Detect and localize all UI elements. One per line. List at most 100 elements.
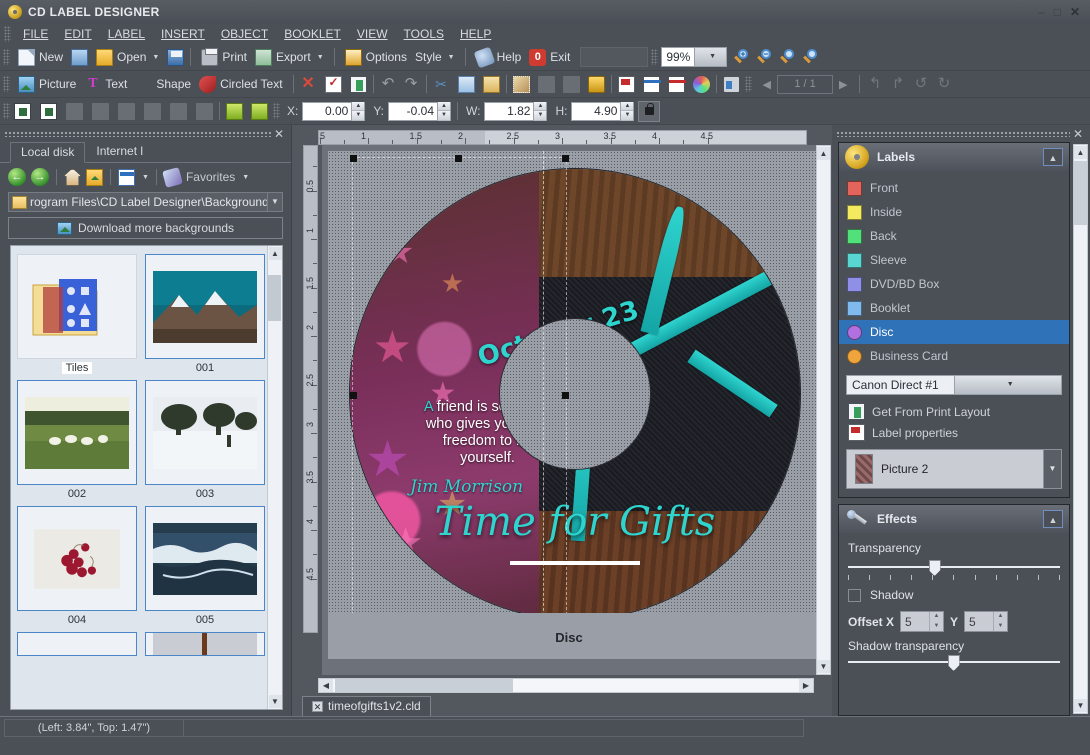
favorites-icon[interactable]	[162, 167, 183, 188]
get-from-print-layout-link[interactable]: Get From Print Layout	[839, 401, 1069, 422]
tab-internet[interactable]: Internet l	[85, 141, 154, 162]
select-all-icon[interactable]	[325, 76, 342, 93]
thumbnail-item[interactable]: 003	[145, 380, 265, 500]
favorites-dropdown-icon[interactable]: ▼	[242, 174, 249, 181]
lock-aspect-button[interactable]	[638, 101, 660, 122]
circled-text-button[interactable]: Circled Text	[195, 74, 286, 95]
new-wizard-icon[interactable]	[71, 49, 88, 66]
scroll-left-icon[interactable]: ◀	[319, 679, 333, 692]
label-item-sleeve[interactable]: Sleeve	[839, 248, 1069, 272]
scroll-up-icon[interactable]: ▲	[817, 147, 830, 160]
scrollbar-track[interactable]	[333, 679, 799, 692]
menu-object[interactable]: OBJECT	[213, 25, 276, 43]
duplicate-icon[interactable]	[350, 76, 367, 93]
label-item-disc[interactable]: Disc	[839, 320, 1069, 344]
selection-handle[interactable]	[562, 392, 569, 399]
thumbnail-item[interactable]: Tiles	[17, 254, 137, 374]
align-bottom-icon[interactable]	[118, 103, 135, 120]
w-spinner[interactable]: ▲▼	[533, 102, 546, 121]
scroll-up-icon[interactable]: ▲	[1074, 146, 1087, 159]
export-dropdown-icon[interactable]: ▼	[317, 54, 324, 61]
effects-group-header[interactable]: Effects ▲	[839, 505, 1069, 533]
canvas-vertical-scrollbar[interactable]: ▲ ▼	[816, 145, 831, 675]
export-button[interactable]: Export ▼	[251, 47, 328, 68]
shadow-checkbox[interactable]	[848, 589, 861, 602]
w-field[interactable]: ▲▼	[484, 102, 547, 121]
copy-icon[interactable]	[458, 76, 475, 93]
effects-collapse-icon[interactable]: ▲	[1043, 510, 1063, 528]
offset-x-input[interactable]	[901, 615, 929, 629]
center-horizontal-icon[interactable]	[14, 103, 31, 120]
next-page-button[interactable]: ▶	[833, 78, 853, 91]
shape-button[interactable]: Shape	[131, 74, 195, 95]
label-item-booklet[interactable]: Booklet	[839, 296, 1069, 320]
selection-handle[interactable]	[350, 392, 357, 399]
shadow-checkbox-row[interactable]: Shadow	[848, 588, 1060, 602]
label-item-front[interactable]: Front	[839, 176, 1069, 200]
offset-y-input[interactable]	[965, 615, 993, 629]
x-spinner[interactable]: ▲▼	[351, 102, 364, 121]
forward-icon[interactable]: →	[31, 168, 49, 186]
scrollbar-thumb[interactable]	[1074, 161, 1087, 225]
open-dropdown-icon[interactable]: ▼	[152, 54, 159, 61]
download-backgrounds-button[interactable]: Download more backgrounds	[8, 217, 283, 239]
path-field[interactable]: rogram Files\CD Label Designer\Backgroun…	[8, 192, 283, 212]
save-icon[interactable]	[167, 49, 184, 66]
zoom-selection-icon[interactable]	[780, 49, 796, 65]
transparency-slider[interactable]	[848, 562, 1060, 572]
exit-button[interactable]: 0 Exit	[525, 47, 574, 68]
scroll-right-icon[interactable]: ▶	[799, 679, 813, 692]
align-right-icon[interactable]	[196, 103, 213, 120]
scroll-down-icon[interactable]: ▼	[1074, 699, 1087, 712]
properties-panel-close-icon[interactable]: ✕	[1070, 127, 1086, 141]
style-button[interactable]: Style ▼	[411, 48, 459, 66]
tab-local-disk[interactable]: Local disk	[10, 142, 85, 163]
minimize-button[interactable]: –	[1038, 6, 1045, 18]
printer-layout-select[interactable]: Canon Direct #1 ▼	[846, 375, 1062, 395]
thumbnail-item[interactable]: 005	[145, 506, 265, 626]
menu-grip-icon[interactable]	[4, 26, 11, 42]
menu-booklet[interactable]: BOOKLET	[276, 25, 349, 43]
rotate-right-icon[interactable]: ↱	[889, 76, 906, 93]
x-input[interactable]	[303, 104, 351, 118]
back-icon[interactable]: ←	[8, 168, 26, 186]
text-button[interactable]: T Text	[80, 74, 131, 95]
properties-panel-scrollbar[interactable]: ▲ ▼	[1073, 144, 1088, 714]
align-top-icon[interactable]	[66, 103, 83, 120]
offset-x-spinner[interactable]: ▲▼	[929, 612, 943, 631]
y-spinner[interactable]: ▲▼	[437, 102, 450, 121]
zoom-dropdown-icon[interactable]: ▼	[694, 48, 727, 66]
up-folder-icon[interactable]	[86, 169, 103, 186]
canvas-horizontal-scrollbar[interactable]: ◀ ▶	[318, 678, 814, 693]
x-field[interactable]: ▲▼	[302, 102, 365, 121]
offset-y-field[interactable]: ▲▼	[964, 611, 1008, 632]
delete-icon[interactable]: ✕	[300, 76, 317, 93]
printer-layout-dropdown-icon[interactable]: ▼	[954, 376, 1062, 394]
redo-icon[interactable]: ↷	[403, 76, 420, 93]
path-dropdown-icon[interactable]: ▼	[267, 193, 282, 211]
scroll-down-icon[interactable]: ▼	[269, 695, 282, 708]
flip-horizontal-icon[interactable]: ↺	[912, 76, 929, 93]
label-item-inside[interactable]: Inside	[839, 200, 1069, 224]
lock-object-icon[interactable]	[588, 76, 605, 93]
insert-table-red-icon[interactable]	[668, 76, 685, 93]
scrollbar-thumb[interactable]	[335, 679, 513, 692]
favorites-label[interactable]: Favorites	[186, 170, 235, 184]
y-input[interactable]	[389, 104, 437, 118]
position-toolbar-grip-icon[interactable]	[273, 103, 280, 119]
selection-handle[interactable]	[562, 155, 569, 162]
new-button[interactable]: New	[14, 47, 67, 68]
y-field[interactable]: ▲▼	[388, 102, 451, 121]
bring-to-front-icon[interactable]	[226, 103, 243, 120]
w-input[interactable]	[485, 104, 533, 118]
object-selector[interactable]: Picture 2 ▼	[846, 449, 1062, 489]
insert-table-blue-icon[interactable]	[643, 76, 660, 93]
rotate-left-icon[interactable]: ↰	[866, 76, 883, 93]
color-wheel-icon[interactable]	[693, 76, 710, 93]
selection-handle[interactable]	[350, 155, 357, 162]
options-button[interactable]: Options	[341, 47, 411, 68]
selection-handle[interactable]	[455, 155, 462, 162]
document-tab[interactable]: ✕ timeofgifts1v2.cld	[302, 696, 431, 716]
toolbar-grip-icon[interactable]	[3, 103, 10, 119]
preview-icon[interactable]	[723, 76, 740, 93]
